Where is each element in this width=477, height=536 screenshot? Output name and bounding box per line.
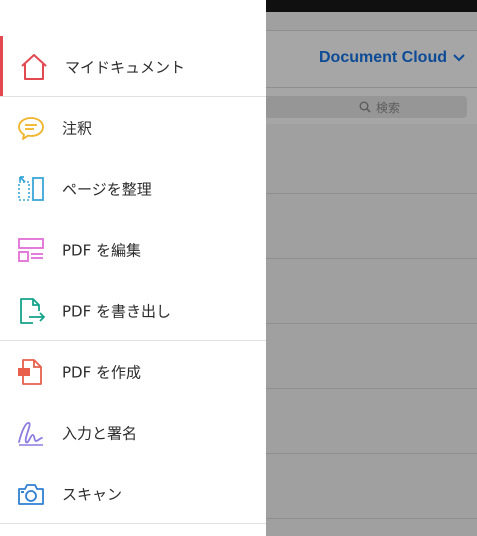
edit-pdf-icon [16,235,46,265]
fill-sign-icon [16,418,46,448]
export-pdf-icon [16,296,46,326]
menu-item-export-pdf[interactable]: PDF を書き出し [0,280,266,341]
menu-item-scan[interactable]: スキャン [0,463,266,524]
menu-item-edit-pdf[interactable]: PDF を編集 [0,219,266,280]
menu-item-my-documents[interactable]: マイドキュメント [0,36,266,97]
camera-icon [16,479,46,509]
home-icon [19,52,49,82]
menu-item-label: 注釈 [62,119,93,137]
menu-item-label: マイドキュメント [65,58,186,76]
menu-item-comment[interactable]: 注釈 [0,97,266,158]
menu-item-label: 入力と署名 [62,424,138,442]
menu-item-fill-sign[interactable]: 入力と署名 [0,402,266,463]
menu-item-label: PDF を作成 [62,363,141,381]
menu-divider [0,523,266,524]
menu-item-label: スキャン [62,485,123,503]
create-pdf-icon [16,357,46,387]
menu-item-organize-pages[interactable]: ページを整理 [0,158,266,219]
menu-item-label: PDF を編集 [62,241,141,259]
organize-pages-icon [16,174,46,204]
navigation-drawer: マイドキュメント 注釈 ページを整理 PDF を編集 PDF を書き出し PDF… [0,0,266,536]
menu-item-label: ページを整理 [62,180,152,198]
menu-item-label: PDF を書き出し [62,302,171,320]
comment-icon [16,113,46,143]
menu-item-create-pdf[interactable]: PDF を作成 [0,341,266,402]
